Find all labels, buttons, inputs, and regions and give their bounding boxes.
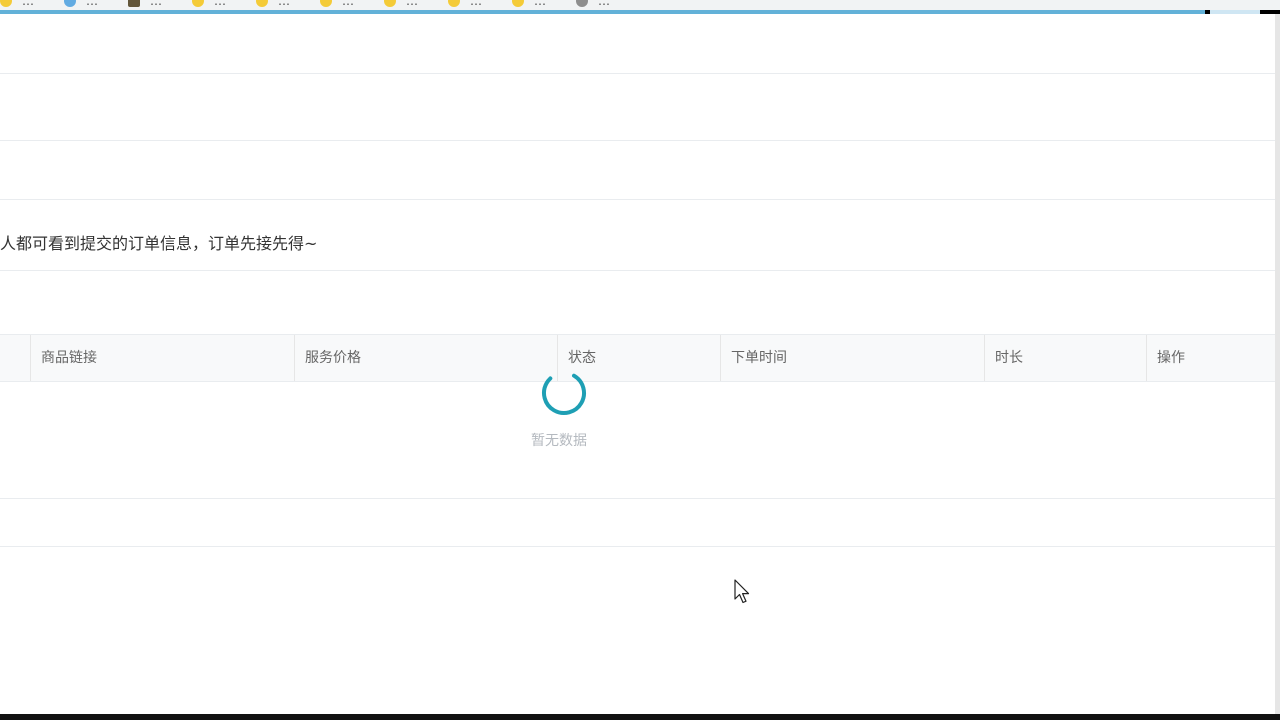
bookmarks-bar: … … … … … … … … … … [0,0,1280,10]
bookmark-item[interactable]: … [256,0,290,8]
yellow-bookmark-icon [320,0,332,7]
divider [0,140,1275,141]
divider [0,73,1275,74]
bookmark-item[interactable]: … [0,0,34,8]
bookmark-item[interactable]: … [448,0,482,8]
bookmark-item[interactable]: … [576,0,610,8]
orders-table-header: 商品链接 服务价格 状态 下单时间 时长 操作 [0,334,1275,382]
empty-state-text: 暂无数据 [531,433,587,449]
order-notice-text: 人都可看到提交的订单信息，订单先接先得~ [0,234,318,253]
yellow-bookmark-icon [448,0,460,7]
yellow-bookmark-icon [192,0,204,7]
column-header-product-link: 商品链接 [30,335,294,381]
bookmark-item[interactable]: … [64,0,98,8]
column-header-select [0,335,30,381]
column-header-actions: 操作 [1146,335,1275,381]
column-header-order-time: 下单时间 [720,335,984,381]
loading-spinner-icon [542,371,586,415]
window-bottom-edge [0,714,1280,720]
divider [0,270,1275,271]
column-header-service-price: 服务价格 [294,335,557,381]
divider [0,546,1275,547]
yellow-bookmark-icon [384,0,396,7]
game-icon [128,0,140,7]
bookmark-item[interactable]: … [320,0,354,8]
yellow-bookmark-icon [0,0,12,7]
column-header-duration: 时长 [984,335,1146,381]
gray-globe-icon [576,0,588,7]
scrollbar-track[interactable] [1275,14,1280,714]
blue-globe-icon [64,0,76,7]
bookmark-item[interactable]: … [512,0,546,8]
bookmark-item[interactable]: … [128,0,162,8]
yellow-bookmark-icon [512,0,524,7]
divider [0,498,1275,499]
divider [0,199,1275,200]
yellow-bookmark-icon [256,0,268,7]
bookmark-item[interactable]: … [192,0,226,8]
mouse-cursor-icon [734,579,750,604]
bookmark-item[interactable]: … [384,0,418,8]
